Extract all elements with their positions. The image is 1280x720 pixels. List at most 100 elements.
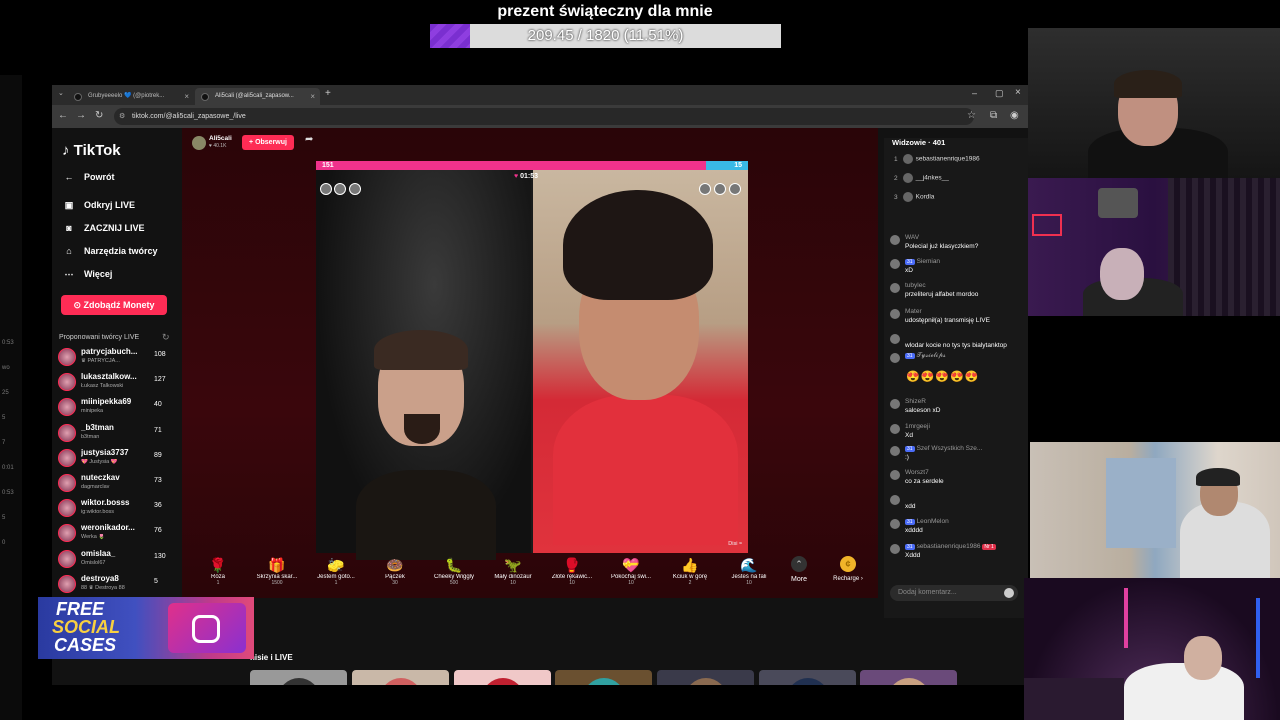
supporter-avatar[interactable] (320, 183, 332, 195)
gift-icon: 🐛 (445, 557, 463, 573)
supporter-avatar[interactable] (714, 183, 726, 195)
maximize-icon[interactable]: ▢ (995, 88, 1004, 99)
bookmark-star-icon[interactable]: ☆ (967, 110, 976, 121)
chevron-up-icon: ⌃ (791, 556, 807, 572)
gift-item[interactable]: 🌹 Róża 1 (192, 556, 244, 598)
live-card[interactable] (759, 670, 856, 685)
reload-icon[interactable]: ↻ (95, 110, 103, 121)
avatar (58, 499, 76, 518)
viewer-count: 127 (154, 376, 166, 384)
refresh-icon[interactable]: ↻ (162, 332, 170, 343)
url-field[interactable]: ⚙ tiktok.com/@ali5cali_zapasowe_/live (114, 108, 974, 125)
creator-name: lukasztalkow... (81, 372, 137, 382)
more-live-label: nisie i LIVE (250, 653, 293, 662)
ad-line-1: FREE (56, 599, 105, 619)
close-icon[interactable]: × (184, 88, 189, 105)
share-icon[interactable]: ➦ (305, 134, 313, 145)
close-icon[interactable]: × (310, 88, 315, 105)
browser-window: ⌄ Grubyeeeelo 💙 (@piotrek... × Ali5cali … (52, 85, 1028, 685)
gift-item[interactable]: 🐛 Cheeky Wiggly 500 (428, 556, 480, 598)
host-avatar[interactable] (192, 136, 206, 150)
live-card[interactable] (454, 670, 551, 685)
suggested-creator[interactable]: _b3tman b3tman 71 (58, 421, 174, 446)
strip-label: 5 (2, 515, 6, 521)
gift-item[interactable]: 🌊 Jesteś na fali 10 (723, 556, 775, 598)
tab-list-icon[interactable]: ⌄ (58, 89, 64, 97)
suggested-creator[interactable]: lukasztalkow... Łukasz Talkowski 127 (58, 370, 174, 395)
comment-input[interactable]: Dodaj komentarz... (890, 585, 1018, 601)
supporter-avatar[interactable] (699, 183, 711, 195)
suggested-creator[interactable]: miinipekka69 minipeka 40 (58, 395, 174, 420)
tab-ali5cali[interactable]: Ali5cali (@ali5cali_zapasow... × (195, 88, 320, 105)
neon-sign (1032, 214, 1062, 236)
recharge-button[interactable]: ¢ Recharge › (826, 556, 870, 582)
creator-name: justysia3737 (81, 447, 129, 457)
viewer-count: 73 (154, 477, 162, 484)
avatar (58, 549, 76, 568)
avatar (482, 678, 524, 685)
avatar (583, 678, 625, 685)
get-coins-button[interactable]: ⊙ Zdobądź Monety (61, 295, 167, 315)
suggested-creator[interactable]: nuteczkav dagmarclav 73 (58, 471, 174, 496)
emoji-icon[interactable] (1004, 588, 1014, 598)
recharge-label: Recharge › (833, 576, 863, 582)
follow-button[interactable]: + Obserwuj (242, 135, 294, 150)
supporter-avatar[interactable] (349, 183, 361, 195)
supporter-avatar[interactable] (334, 183, 346, 195)
host-name[interactable]: Ali5cali (209, 135, 232, 142)
right-camera-feed: Disi ≈ (533, 170, 748, 553)
tiktok-logo[interactable]: ♪ TikTok (62, 142, 121, 159)
live-card[interactable] (555, 670, 652, 685)
person-cap (1196, 468, 1240, 486)
gift-item[interactable]: 🧽 Jestem goto... 1 (310, 556, 362, 598)
gift-box-graphic (168, 603, 246, 653)
live-card[interactable] (860, 670, 957, 685)
live-card[interactable] (352, 670, 449, 685)
suggested-creator[interactable]: patrycjabuch... ♛ PATRYCJA... 108 (58, 345, 174, 370)
avatar (58, 574, 76, 593)
top-viewer[interactable]: 2 __j4nkes__ (894, 173, 949, 183)
suggested-creator[interactable]: omislaa_ Omislol67 130 (58, 547, 174, 572)
window-close-icon[interactable]: × (1015, 87, 1021, 98)
sidebar-item-more[interactable]: ⋯ Więcej (62, 269, 113, 280)
gift-item[interactable]: 🦖 Mały dinozaur 10 (487, 556, 539, 598)
creator-subtitle: 💖 Justysia 💖 (81, 458, 118, 465)
live-card[interactable] (657, 670, 754, 685)
chat-user-line: 31 sebastianenrique1986 Nr 1 (905, 543, 998, 550)
chat-text: wlodar kocie no tys tys bialytanktop (905, 342, 1007, 349)
sidebar-item-back[interactable]: ← Powrót (62, 172, 115, 182)
tab-grubyeeeelo[interactable]: Grubyeeeelo 💙 (@piotrek... × (68, 88, 194, 105)
viewer-count: 36 (154, 502, 162, 510)
back-icon[interactable]: ← (58, 110, 68, 121)
suggested-creator[interactable]: destroya8 88 ♛ Destroya 88 5 (58, 572, 174, 597)
new-tab-icon[interactable]: + (325, 88, 331, 99)
viewer-rank: 3 (894, 193, 898, 201)
sidebar-item-creator-tools[interactable]: ⌂ Narzędzia twórcy (62, 246, 157, 256)
live-tv-icon: ▣ (64, 200, 74, 210)
goal-title: prezent świąteczny dla mnie (497, 3, 713, 20)
suggested-creator[interactable]: wiktor.bosss ig:wiktor.boss 36 (58, 496, 174, 521)
webcam-4 (1024, 578, 1280, 720)
chat-text: przeliteruj alfabet mordoo (905, 291, 979, 298)
chat-user-line: Worszt7 (905, 469, 929, 476)
minimize-icon[interactable]: – (972, 88, 977, 98)
gift-item[interactable]: 💝 Pokochaj świ... 10 (605, 556, 657, 598)
sidebar-item-discover-live[interactable]: ▣ Odkryj LIVE (62, 200, 135, 211)
sidebar-item-start-live[interactable]: ◙ ZACZNIJ LIVE (62, 223, 144, 233)
more-gifts-button[interactable]: ⌃ More (784, 556, 814, 583)
gift-item[interactable]: 👍 Kciuk w górę 2 (664, 556, 716, 598)
site-info-icon[interactable]: ⚙ (119, 108, 125, 125)
top-viewer[interactable]: 1 sebastianenrique1986 (894, 154, 980, 164)
gift-item[interactable]: 🥊 Złote rękawic... 10 (546, 556, 598, 598)
strip-label: 25 (2, 390, 9, 396)
live-card[interactable] (250, 670, 347, 685)
gift-item[interactable]: 🍩 Pączek 30 (369, 556, 421, 598)
forward-icon[interactable]: → (76, 110, 86, 121)
extensions-icon[interactable]: ⧉ (990, 110, 997, 121)
profile-icon[interactable]: ◉ (1010, 110, 1019, 121)
suggested-creator[interactable]: weronikador... Werka 🌷 76 (58, 521, 174, 546)
gift-item[interactable]: 🎁 Skrzynia skar... 1500 (251, 556, 303, 598)
top-viewer[interactable]: 3 Kordla (894, 192, 934, 202)
supporter-avatar[interactable] (729, 183, 741, 195)
suggested-creator[interactable]: justysia3737 💖 Justysia 💖 89 (58, 446, 174, 471)
